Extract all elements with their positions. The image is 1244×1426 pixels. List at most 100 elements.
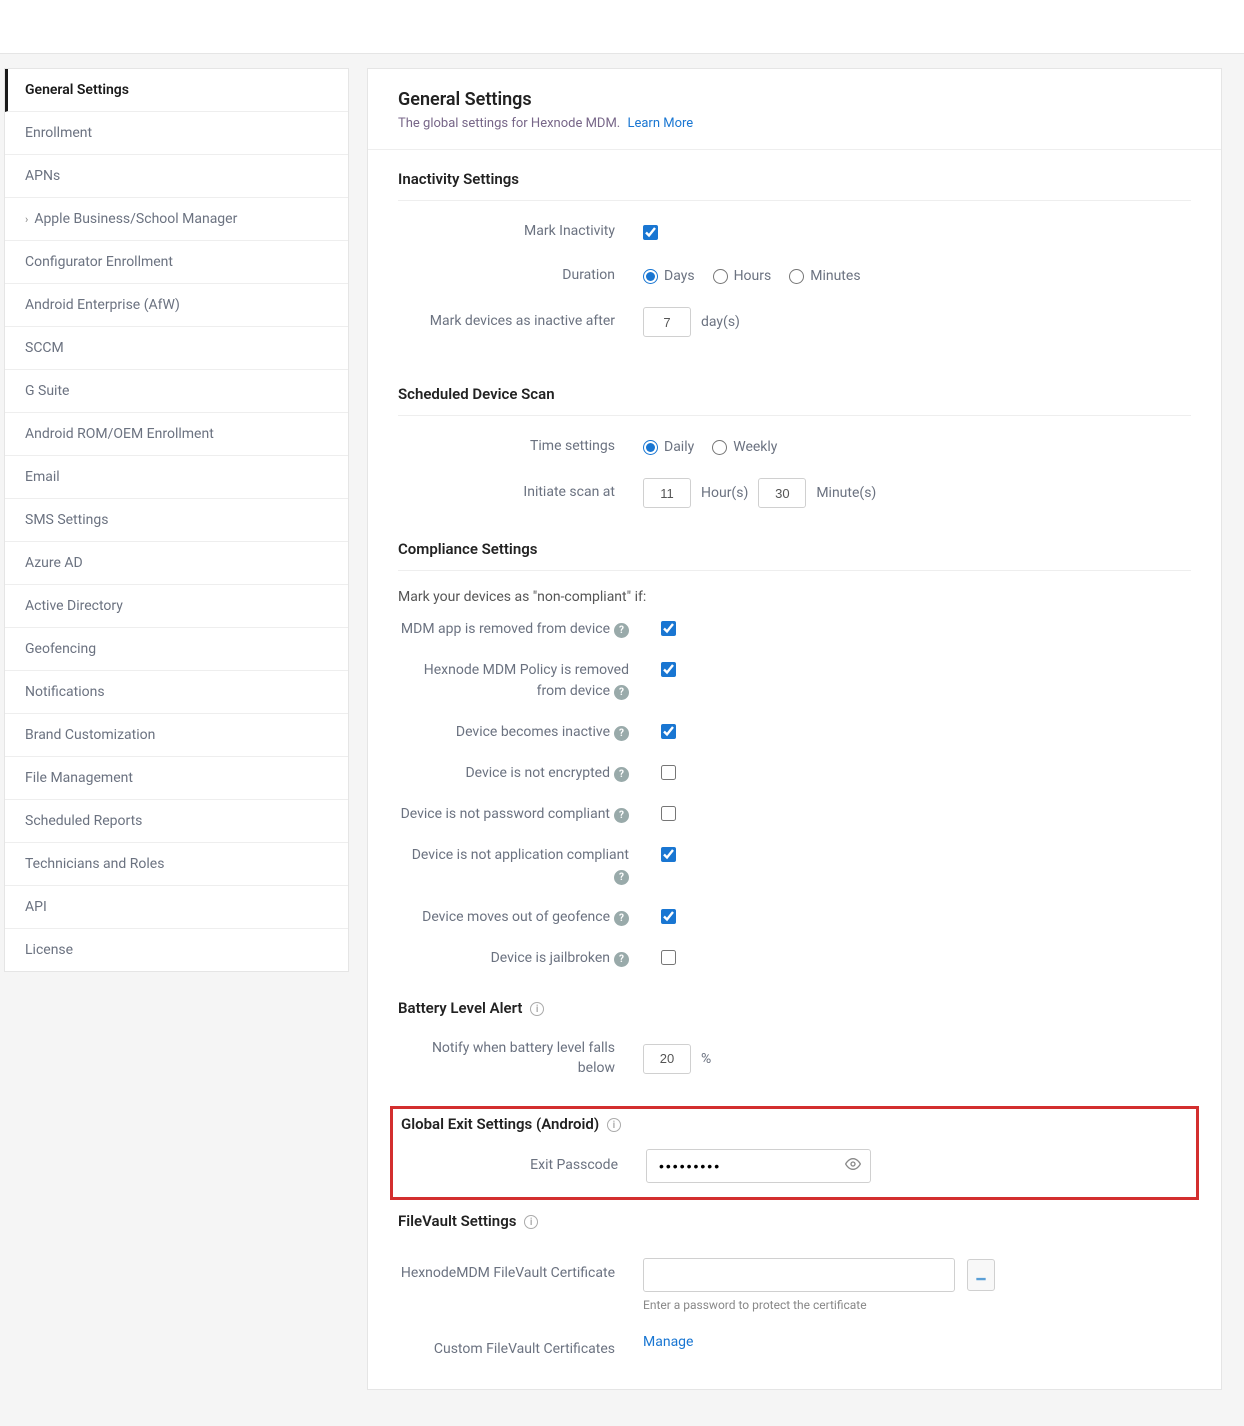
battery-level-input[interactable]: [643, 1044, 691, 1074]
compliance-checkbox[interactable]: [661, 909, 676, 924]
sidebar-item-enrollment[interactable]: Enrollment: [5, 112, 348, 155]
mark-after-unit: day(s): [701, 314, 740, 330]
filevault-title: FileVault Settings: [398, 1212, 516, 1230]
sidebar-item-label: Azure AD: [25, 555, 83, 571]
sidebar-item-active-directory[interactable]: Active Directory: [5, 585, 348, 628]
sidebar-item-configurator-enrollment[interactable]: Configurator Enrollment: [5, 241, 348, 284]
mark-after-input[interactable]: [643, 307, 691, 337]
compliance-checkbox[interactable]: [661, 621, 676, 636]
help-icon[interactable]: ?: [614, 685, 629, 700]
sidebar-item-apns[interactable]: APNs: [5, 155, 348, 198]
sidebar-item-label: Email: [25, 469, 60, 485]
compliance-label: Device becomes inactive?: [398, 722, 643, 743]
sidebar-item-android-rom-oem-enrollment[interactable]: Android ROM/OEM Enrollment: [5, 413, 348, 456]
sidebar-item-technicians-and-roles[interactable]: Technicians and Roles: [5, 843, 348, 886]
sidebar-item-android-enterprise-afw-[interactable]: Android Enterprise (AfW): [5, 284, 348, 327]
compliance-label: Device is jailbroken?: [398, 948, 643, 969]
scan-weekly-text: Weekly: [733, 439, 777, 455]
compliance-checkbox[interactable]: [661, 662, 676, 677]
help-icon[interactable]: ?: [614, 726, 629, 741]
help-icon[interactable]: ?: [614, 767, 629, 782]
help-icon[interactable]: ?: [614, 952, 629, 967]
scan-title: Scheduled Device Scan: [398, 385, 1191, 416]
learn-more-link[interactable]: Learn More: [627, 116, 693, 131]
mark-inactivity-checkbox[interactable]: [643, 225, 658, 240]
compliance-checkbox[interactable]: [661, 847, 676, 862]
sidebar-item-label: Android Enterprise (AfW): [25, 297, 180, 313]
sidebar-item-scheduled-reports[interactable]: Scheduled Reports: [5, 800, 348, 843]
sidebar-item-general-settings[interactable]: General Settings: [5, 69, 348, 112]
sidebar-item-geofencing[interactable]: Geofencing: [5, 628, 348, 671]
filevault-section: FileVault Settings i HexnodeMDM FileVaul…: [368, 1206, 1221, 1389]
sidebar-item-apple-business-school-manager[interactable]: › Apple Business/School Manager: [5, 198, 348, 241]
sidebar-item-label: Scheduled Reports: [25, 813, 142, 829]
scan-daily-option[interactable]: Daily: [643, 439, 694, 455]
scan-minute-input[interactable]: [758, 478, 806, 508]
help-icon[interactable]: ?: [614, 808, 629, 823]
filevault-cert-input[interactable]: [643, 1258, 955, 1292]
compliance-title: Compliance Settings: [398, 540, 1191, 571]
duration-hours-option[interactable]: Hours: [713, 268, 772, 284]
compliance-checkbox[interactable]: [661, 806, 676, 821]
sidebar-item-label: APNs: [25, 168, 60, 184]
global-exit-highlight: Global Exit Settings (Android) i Exit Pa…: [390, 1106, 1199, 1200]
help-icon[interactable]: ?: [614, 911, 629, 926]
chevron-right-icon: ›: [25, 213, 28, 226]
sidebar-item-label: General Settings: [25, 82, 129, 98]
compliance-row: Device is not application compliant?: [398, 845, 1191, 887]
compliance-row: Device becomes inactive?: [398, 722, 1191, 743]
sidebar-item-email[interactable]: Email: [5, 456, 348, 499]
sidebar-item-azure-ad[interactable]: Azure AD: [5, 542, 348, 585]
scan-daily-radio[interactable]: [643, 440, 658, 455]
compliance-checkbox[interactable]: [661, 950, 676, 965]
sidebar-item-sccm[interactable]: SCCM: [5, 327, 348, 370]
exit-passcode-input[interactable]: [646, 1149, 871, 1183]
sidebar-item-license[interactable]: License: [5, 929, 348, 971]
compliance-row: Device is jailbroken?: [398, 948, 1191, 969]
sidebar-item-label: Brand Customization: [25, 727, 155, 743]
battery-title: Battery Level Alert: [398, 999, 522, 1017]
time-settings-label: Time settings: [398, 437, 643, 457]
info-icon[interactable]: i: [607, 1118, 621, 1132]
sidebar-item-label: API: [25, 899, 47, 915]
sidebar-item-api[interactable]: API: [5, 886, 348, 929]
help-icon[interactable]: ?: [614, 623, 629, 638]
battery-title-row: Battery Level Alert i: [398, 999, 1191, 1029]
page-subtitle: The global settings for Hexnode MDM.: [398, 116, 620, 131]
compliance-label: Hexnode MDM Policy is removed from devic…: [398, 660, 643, 702]
filevault-cert-label: HexnodeMDM FileVault Certificate: [398, 1258, 643, 1281]
sidebar-item-label: Apple Business/School Manager: [34, 211, 237, 227]
exit-passcode-label: Exit Passcode: [401, 1156, 646, 1176]
sidebar-item-file-management[interactable]: File Management: [5, 757, 348, 800]
sidebar-item-label: SCCM: [25, 340, 64, 356]
info-icon[interactable]: i: [524, 1215, 538, 1229]
sidebar-item-g-suite[interactable]: G Suite: [5, 370, 348, 413]
duration-minutes-radio[interactable]: [789, 269, 804, 284]
main-panel: General Settings The global settings for…: [367, 68, 1222, 1390]
sidebar-item-brand-customization[interactable]: Brand Customization: [5, 714, 348, 757]
manage-link[interactable]: Manage: [643, 1334, 693, 1350]
download-icon: [974, 1268, 988, 1282]
upload-button[interactable]: [967, 1259, 995, 1291]
sidebar-item-sms-settings[interactable]: SMS Settings: [5, 499, 348, 542]
sidebar-item-notifications[interactable]: Notifications: [5, 671, 348, 714]
scan-weekly-option[interactable]: Weekly: [712, 439, 777, 455]
duration-hours-radio[interactable]: [713, 269, 728, 284]
compliance-label: Device is not application compliant?: [398, 845, 643, 887]
filevault-title-row: FileVault Settings i: [398, 1212, 1191, 1242]
eye-icon[interactable]: [845, 1156, 861, 1176]
mark-inactivity-label: Mark Inactivity: [398, 222, 643, 242]
sidebar-item-label: License: [25, 942, 73, 958]
sidebar-item-label: Android ROM/OEM Enrollment: [25, 426, 214, 442]
scan-hour-unit: Hour(s): [701, 485, 748, 501]
scan-weekly-radio[interactable]: [712, 440, 727, 455]
compliance-checkbox[interactable]: [661, 765, 676, 780]
duration-minutes-option[interactable]: Minutes: [789, 268, 860, 284]
page-title: General Settings: [398, 89, 1191, 110]
duration-days-radio[interactable]: [643, 269, 658, 284]
info-icon[interactable]: i: [530, 1002, 544, 1016]
help-icon[interactable]: ?: [614, 870, 629, 885]
duration-days-option[interactable]: Days: [643, 268, 695, 284]
compliance-checkbox[interactable]: [661, 724, 676, 739]
scan-hour-input[interactable]: [643, 478, 691, 508]
